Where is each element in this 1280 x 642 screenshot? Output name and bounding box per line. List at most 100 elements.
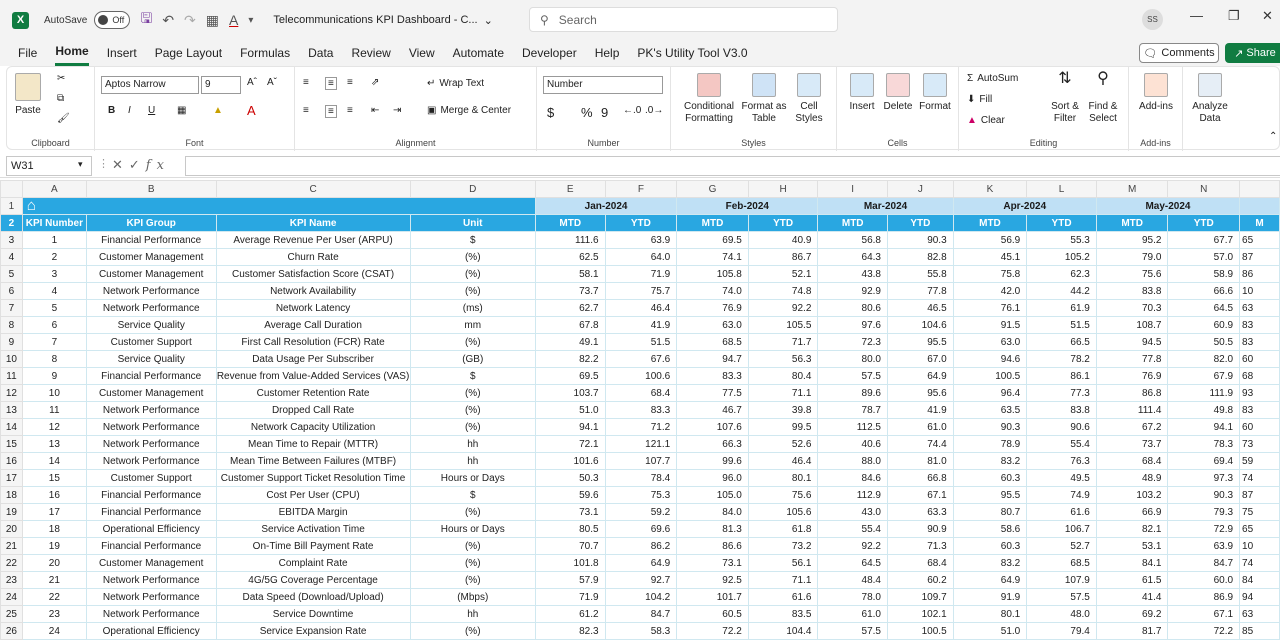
table-cell[interactable]: (GB) bbox=[409, 350, 536, 368]
table-cell[interactable]: 71.2 bbox=[604, 418, 678, 436]
table-cell[interactable]: Average Revenue Per User (ARPU) bbox=[215, 231, 411, 249]
table-cell[interactable]: 4G/5G Coverage Percentage bbox=[215, 571, 411, 589]
table-cell[interactable]: 70.7 bbox=[534, 537, 606, 555]
table-cell[interactable]: 83.3 bbox=[676, 367, 749, 385]
row-header[interactable]: 8 bbox=[0, 316, 23, 334]
tab-formulas[interactable]: Formulas bbox=[240, 40, 290, 66]
align-left-icon[interactable]: ≡ bbox=[303, 105, 309, 116]
autosave-toggle[interactable]: Off bbox=[94, 11, 131, 29]
table-cell[interactable]: 45.1 bbox=[952, 248, 1028, 266]
column-header[interactable]: H bbox=[747, 180, 819, 198]
table-cell[interactable]: 62.5 bbox=[534, 248, 606, 266]
table-cell[interactable]: 82.8 bbox=[887, 248, 954, 266]
table-cell[interactable]: 48.4 bbox=[817, 571, 888, 589]
grid-cell[interactable] bbox=[1239, 197, 1280, 215]
table-cell[interactable]: 41.9 bbox=[887, 401, 954, 419]
table-cell[interactable]: 56.8 bbox=[817, 231, 888, 249]
increase-decimal-icon[interactable]: ←.0 bbox=[623, 105, 641, 116]
table-header-cell[interactable]: M bbox=[1239, 214, 1280, 232]
table-cell[interactable]: 67.2 bbox=[1095, 418, 1169, 436]
table-cell[interactable]: 112.5 bbox=[817, 418, 888, 436]
column-header[interactable]: B bbox=[85, 180, 217, 198]
table-cell[interactable]: 105.6 bbox=[747, 503, 819, 521]
collapse-ribbon-icon[interactable]: ⌃ bbox=[1269, 131, 1277, 142]
table-cell[interactable]: 74.1 bbox=[676, 248, 749, 266]
table-cell[interactable]: 83.8 bbox=[1026, 401, 1097, 419]
table-cell[interactable]: 97.6 bbox=[817, 316, 888, 334]
table-cell[interactable]: Network Performance bbox=[85, 401, 217, 419]
currency-button[interactable]: $ bbox=[547, 105, 554, 120]
table-cell[interactable]: 71.1 bbox=[747, 571, 819, 589]
table-cell[interactable]: 109.7 bbox=[887, 588, 954, 606]
table-cell[interactable]: 77.3 bbox=[1026, 384, 1097, 402]
row-header[interactable]: 24 bbox=[0, 588, 23, 606]
borders-icon[interactable]: ▦ bbox=[206, 12, 219, 29]
borders-icon[interactable]: ▦ bbox=[177, 105, 186, 116]
table-cell[interactable]: 83 bbox=[1239, 401, 1280, 419]
table-cell[interactable]: 79.0 bbox=[1095, 248, 1169, 266]
find-select-button[interactable]: ⚲ Find & Select bbox=[1085, 71, 1121, 125]
table-cell[interactable]: EBITDA Margin bbox=[215, 503, 411, 521]
row-header[interactable]: 19 bbox=[0, 503, 23, 521]
tab-home[interactable]: Home bbox=[55, 40, 89, 66]
table-cell[interactable]: Cost Per User (CPU) bbox=[215, 486, 411, 504]
table-cell[interactable]: 70.3 bbox=[1095, 299, 1169, 317]
table-cell[interactable]: Hours or Days bbox=[409, 469, 536, 487]
table-cell[interactable]: 86.6 bbox=[676, 537, 749, 555]
table-cell[interactable]: 107.7 bbox=[604, 452, 678, 470]
table-cell[interactable]: 72.3 bbox=[817, 333, 888, 351]
row-header[interactable]: 6 bbox=[0, 282, 23, 300]
restore-icon[interactable]: ❐ bbox=[1228, 8, 1240, 24]
insert-cells-button[interactable]: Insert bbox=[845, 73, 879, 113]
table-cell[interactable]: 80.6 bbox=[817, 299, 888, 317]
align-middle-icon[interactable]: ≡ bbox=[325, 77, 337, 90]
italic-button[interactable]: I bbox=[128, 105, 131, 116]
table-cell[interactable]: 64.5 bbox=[817, 554, 888, 572]
table-cell[interactable]: 100.5 bbox=[887, 622, 954, 640]
table-cell[interactable]: 111.6 bbox=[534, 231, 606, 249]
table-cell[interactable]: 99.5 bbox=[747, 418, 819, 436]
wrap-text-button[interactable]: ↵ Wrap Text bbox=[427, 78, 484, 89]
table-cell[interactable]: 59 bbox=[1239, 452, 1280, 470]
table-cell[interactable]: Dropped Call Rate bbox=[215, 401, 411, 419]
row-header[interactable]: 2 bbox=[0, 214, 23, 232]
table-cell[interactable]: 91.5 bbox=[952, 316, 1028, 334]
table-cell[interactable]: 92.9 bbox=[817, 282, 888, 300]
font-color-icon[interactable]: A bbox=[247, 103, 256, 118]
table-cell[interactable]: (%) bbox=[409, 401, 536, 419]
cell-styles-button[interactable]: Cell Styles bbox=[789, 73, 829, 125]
column-header[interactable]: C bbox=[215, 180, 411, 198]
search-input[interactable]: ⚲ Search bbox=[529, 7, 838, 32]
table-cell[interactable]: 68.5 bbox=[676, 333, 749, 351]
table-cell[interactable]: 1 bbox=[21, 231, 87, 249]
table-cell[interactable]: Average Call Duration bbox=[215, 316, 411, 334]
row-header[interactable]: 16 bbox=[0, 452, 23, 470]
delete-cells-button[interactable]: Delete bbox=[881, 73, 915, 113]
table-header-cell[interactable]: MTD bbox=[952, 214, 1028, 232]
table-cell[interactable]: Mean Time Between Failures (MTBF) bbox=[215, 452, 411, 470]
table-cell[interactable]: 90.3 bbox=[1167, 486, 1241, 504]
table-cell[interactable]: 90.3 bbox=[887, 231, 954, 249]
table-cell[interactable]: 42.0 bbox=[952, 282, 1028, 300]
table-cell[interactable]: 80.1 bbox=[747, 469, 819, 487]
addins-button[interactable]: Add-ins bbox=[1135, 73, 1177, 113]
table-cell[interactable]: 79.3 bbox=[1167, 503, 1241, 521]
table-cell[interactable]: 82.0 bbox=[1167, 350, 1241, 368]
row-header[interactable]: 17 bbox=[0, 469, 23, 487]
table-cell[interactable]: 97.3 bbox=[1167, 469, 1241, 487]
table-cell[interactable]: (%) bbox=[409, 384, 536, 402]
table-header-cell[interactable]: Unit bbox=[409, 214, 536, 232]
table-header-cell[interactable]: MTD bbox=[676, 214, 749, 232]
table-cell[interactable]: 107.6 bbox=[676, 418, 749, 436]
table-cell[interactable]: 58.6 bbox=[952, 520, 1028, 538]
table-header-cell[interactable]: MTD bbox=[1095, 214, 1169, 232]
table-cell[interactable]: 56.3 bbox=[747, 350, 819, 368]
table-cell[interactable]: 73.1 bbox=[676, 554, 749, 572]
table-cell[interactable]: 79.4 bbox=[1026, 622, 1097, 640]
table-cell[interactable]: 49.8 bbox=[1167, 401, 1241, 419]
table-cell[interactable]: 83.2 bbox=[952, 452, 1028, 470]
table-cell[interactable]: 64.3 bbox=[817, 248, 888, 266]
table-cell[interactable]: 71.9 bbox=[534, 588, 606, 606]
table-cell[interactable]: 65 bbox=[1239, 231, 1280, 249]
table-header-cell[interactable]: YTD bbox=[1026, 214, 1097, 232]
